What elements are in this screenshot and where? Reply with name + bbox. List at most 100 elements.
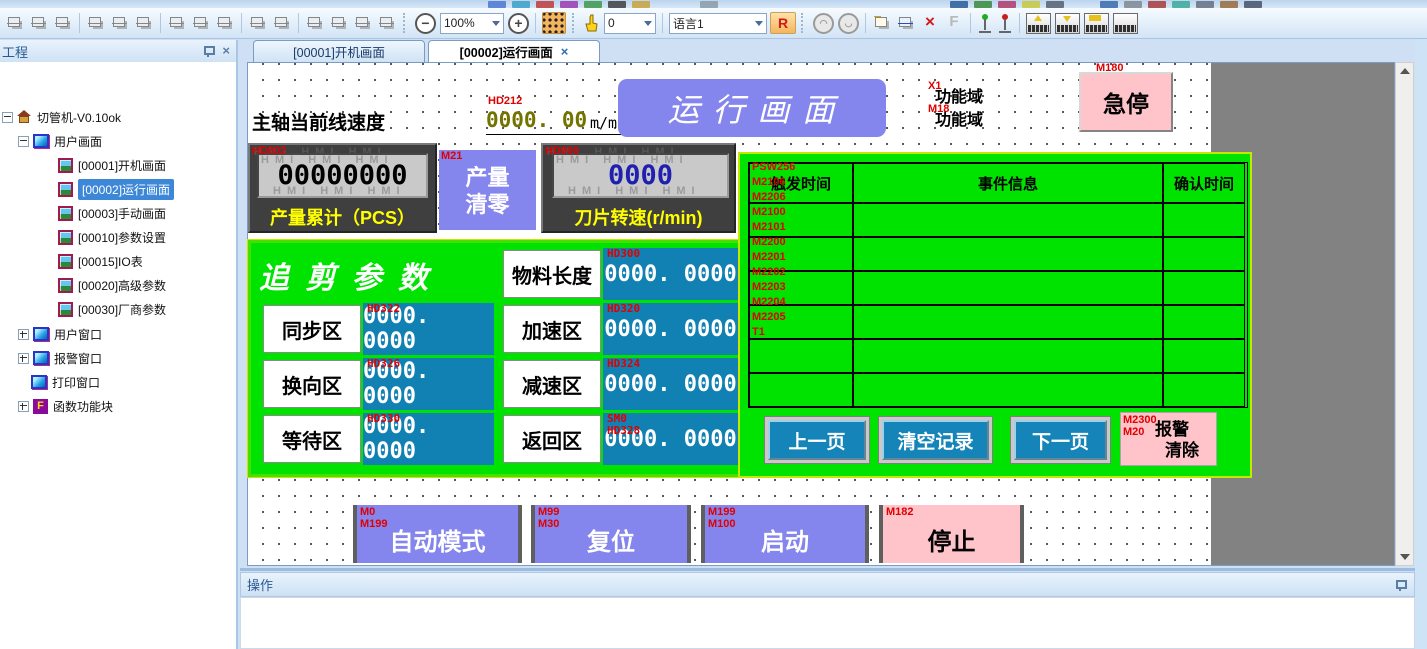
align-middle-icon[interactable] (109, 12, 131, 34)
delete-screen-icon[interactable]: × (919, 12, 941, 34)
zoom-out-button[interactable]: − (415, 13, 436, 34)
expand-icon[interactable] (18, 401, 29, 412)
same-width-icon[interactable] (271, 12, 293, 34)
tree-group-user-screens[interactable]: 用户画面 (18, 130, 102, 152)
rotate-state-icon[interactable]: ◠ (813, 13, 834, 34)
production-counter-display[interactable]: HD802 HMI HMI HMI HMI HMI HMI HMI HMI HM… (248, 143, 437, 233)
screen-label: [00003]手动画面 (78, 205, 166, 222)
output-panel-header: 操作 (240, 572, 1415, 597)
pin-panel-icon[interactable] (203, 45, 214, 57)
same-height-icon[interactable] (247, 12, 269, 34)
grid-toggle-button[interactable] (542, 12, 566, 34)
spindle-speed-label[interactable]: 主轴当前线速度 (252, 108, 385, 135)
tree-item-screen-00002-selected[interactable]: [00002]运行画面 (58, 178, 174, 200)
canvas-vertical-scrollbar[interactable] (1395, 62, 1414, 566)
estop-button[interactable]: 急停 (1079, 72, 1173, 132)
state-preview-icon[interactable]: ◡ (838, 13, 859, 34)
align-right-icon[interactable] (52, 12, 74, 34)
tab-close-icon[interactable]: × (561, 44, 569, 59)
download-project-icon[interactable] (1055, 13, 1080, 34)
scroll-up-icon[interactable] (1400, 68, 1410, 74)
tree-item-screen-00010[interactable]: [00010]参数设置 (58, 226, 166, 248)
language-select[interactable]: 语言1 (669, 13, 767, 34)
upload-project-icon[interactable] (1026, 13, 1051, 34)
bring-to-front-icon[interactable] (328, 12, 350, 34)
field-value-box[interactable]: HD330 0000. 0000 (363, 413, 494, 465)
print-folder-icon (31, 375, 47, 389)
object-id-select[interactable]: 0 (604, 13, 656, 34)
alarm-clear-button[interactable]: M2300 M20 报警 清除 (1120, 412, 1217, 466)
tree-group-alarm-windows[interactable]: 报警窗口 (18, 347, 102, 369)
scroll-down-icon[interactable] (1400, 554, 1410, 560)
tree-item-screen-00030[interactable]: [00030]厂商参数 (58, 298, 166, 320)
function-area-label-1[interactable]: X1 功能域 (932, 81, 980, 101)
align-center-horizontal-icon[interactable] (28, 12, 50, 34)
zoom-level-value: 100% (444, 16, 475, 30)
function-block-icon[interactable]: F (943, 12, 965, 34)
spindle-speed-address: HD212 (488, 96, 522, 107)
align-top-icon[interactable] (85, 12, 107, 34)
same-size-icon[interactable] (304, 12, 326, 34)
collapse-icon[interactable] (2, 112, 13, 123)
event-table-panel[interactable]: 触发时间 事件信息 确认时间 PSW256 M2106 M2206 M2100 … (738, 152, 1252, 478)
field-value-box[interactable]: HD322 0000. 0000 (363, 303, 494, 355)
field-value-box[interactable]: SM0 HD328 0000. 0000 (603, 413, 738, 465)
hmi-editor-window: − 100% + 0 语言1 R ◠ ◡ × F (0, 0, 1427, 649)
tab-screen-00001[interactable]: [00001]开机画面 (253, 40, 425, 62)
clear-records-button[interactable]: 清空记录 (878, 416, 993, 464)
chase-params-panel[interactable]: 追 剪 参 数 物料长度 HD300 0000. 0000 同步区 HD322 … (248, 240, 741, 477)
expand-icon[interactable] (18, 353, 29, 364)
field-value-box[interactable]: HD300 0000. 0000 (603, 248, 738, 300)
hmi-system-settings-icon[interactable] (1113, 13, 1138, 34)
tree-root-item[interactable]: 切管机-V0.10ok (2, 106, 121, 128)
collapse-icon[interactable] (18, 136, 29, 147)
prev-page-button[interactable]: 上一页 (764, 416, 870, 464)
tree-item-screen-00020[interactable]: [00020]高级参数 (58, 274, 166, 296)
next-page-button[interactable]: 下一页 (1010, 416, 1111, 464)
tree-item-screen-00003[interactable]: [00003]手动画面 (58, 202, 166, 224)
reset-button[interactable]: M99 M30 复位 (531, 505, 691, 563)
field-value-box[interactable]: HD320 0000. 0000 (603, 303, 738, 355)
production-clear-button[interactable]: M21 产量 清零 (439, 150, 536, 230)
field-value-box[interactable]: HD326 0000. 0000 (363, 358, 494, 410)
blade-speed-display[interactable]: HD800 HMI HMI HMI HMI HMI HMI HMI HMI HM… (541, 143, 736, 233)
tree-group-print-windows[interactable]: 打印窗口 (31, 371, 100, 393)
send-to-back-icon[interactable] (352, 12, 374, 34)
expand-icon[interactable] (18, 329, 29, 340)
tree-group-function-blocks[interactable]: F 函数功能块 (18, 395, 113, 417)
tree-item-screen-00015[interactable]: [00015]IO表 (58, 250, 143, 272)
distribute-vertical-icon[interactable] (190, 12, 212, 34)
zoom-in-button[interactable]: + (508, 13, 529, 34)
counter-label: 产量累计（PCS） (250, 204, 435, 230)
field-label: 物料长度 (503, 250, 601, 298)
event-col-event-info: 事件信息 (853, 163, 1163, 203)
online-simulation-icon[interactable] (977, 14, 993, 33)
tree-item-screen-00001[interactable]: [00001]开机画面 (58, 154, 166, 176)
tree-group-user-windows[interactable]: 用户窗口 (18, 323, 102, 345)
output-panel-body[interactable] (240, 597, 1415, 649)
new-screen-icon[interactable] (871, 12, 893, 34)
center-in-screen-icon[interactable] (214, 12, 236, 34)
distribute-horizontal-icon[interactable] (166, 12, 188, 34)
screen-icon (58, 182, 73, 197)
auto-mode-button[interactable]: M0 M199 自动模式 (353, 505, 522, 563)
r-register-button[interactable]: R (770, 12, 796, 34)
align-bottom-icon[interactable] (133, 12, 155, 34)
group-objects-icon[interactable] (376, 12, 398, 34)
offline-simulation-icon[interactable] (997, 14, 1013, 33)
screen-title-banner[interactable]: 运 行 画 面 (618, 79, 886, 137)
pin-output-panel-icon[interactable] (1395, 579, 1406, 591)
zoom-in-icon: + (514, 15, 522, 31)
compile-download-icon[interactable] (1084, 13, 1109, 34)
close-panel-icon[interactable]: × (222, 45, 230, 57)
start-button[interactable]: M199 M100 启动 (701, 505, 869, 563)
stop-button[interactable]: M182 停止 (879, 505, 1024, 563)
align-left-icon[interactable] (4, 12, 26, 34)
zoom-level-select[interactable]: 100% (440, 13, 504, 34)
right-edge-strip (1415, 39, 1427, 649)
tab-screen-00002-active[interactable]: [00002]运行画面 × (428, 40, 600, 62)
field-value-box[interactable]: HD324 0000. 0000 (603, 358, 738, 410)
function-area-label-2[interactable]: M18 功能域 (932, 104, 980, 124)
screen-properties-icon[interactable] (895, 12, 917, 34)
spindle-speed-value[interactable]: 0000. 00 (486, 108, 587, 132)
